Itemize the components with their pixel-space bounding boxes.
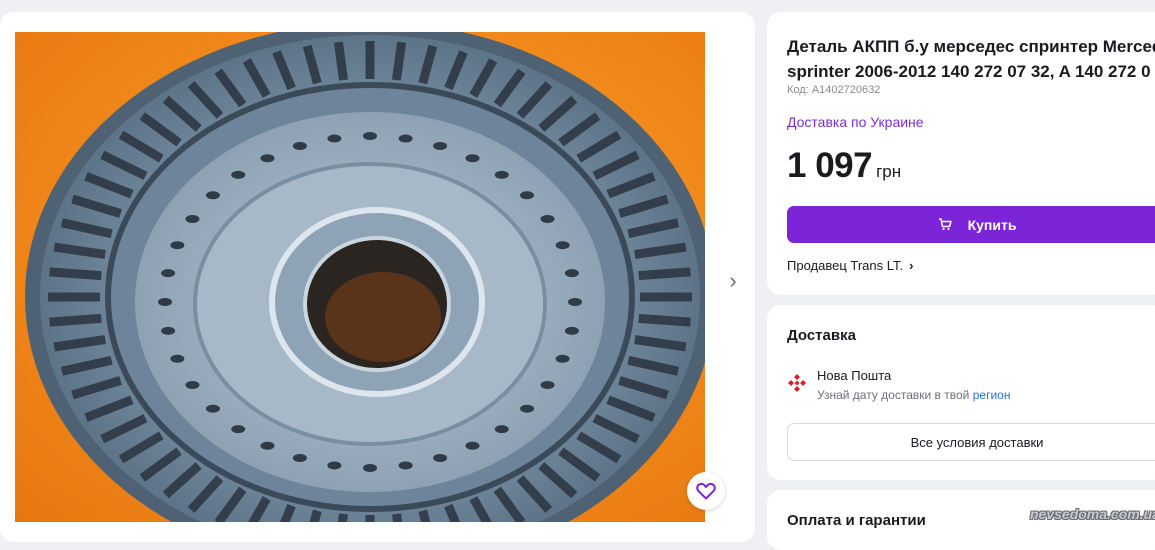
product-info-card: Деталь АКПП б.у мерседес спринтер Merced… bbox=[767, 12, 1155, 295]
buy-button-label: Купить bbox=[967, 216, 1017, 233]
product-gallery: › bbox=[0, 12, 755, 542]
watermark: nevsedoma.com.ua bbox=[1030, 506, 1155, 522]
delivery-title: Доставка bbox=[787, 327, 856, 344]
gallery-prev-button[interactable] bbox=[0, 261, 10, 301]
delivery-card: Доставка Нова Пошта Узнай дату доставки … bbox=[767, 305, 1155, 480]
chevron-right-icon: › bbox=[729, 268, 737, 293]
product-code: Код: A1402720632 bbox=[787, 84, 881, 96]
chevron-right-icon: › bbox=[909, 258, 914, 273]
gallery-next-button[interactable]: › bbox=[713, 261, 753, 301]
buy-button[interactable]: Купить bbox=[787, 206, 1155, 243]
price-value: 1 097 bbox=[787, 146, 873, 185]
product-title-line-1: Деталь АКПП б.у мерседес спринтер Merced bbox=[787, 37, 1155, 56]
product-title: Деталь АКПП б.у мерседес спринтер Merced… bbox=[787, 34, 1155, 84]
nova-poshta-icon bbox=[788, 374, 806, 392]
favorite-button[interactable] bbox=[687, 472, 725, 510]
carrier-note: Узнай дату доставки в твой регион bbox=[817, 388, 1010, 402]
delivery-ukraine-link[interactable]: Доставка по Украине bbox=[787, 114, 924, 130]
cart-icon bbox=[938, 218, 952, 231]
region-link[interactable]: регион bbox=[973, 388, 1011, 402]
carrier-note-text: Узнай дату доставки в твой bbox=[817, 388, 970, 402]
heart-icon bbox=[696, 482, 716, 500]
clutch-drum-illustration bbox=[25, 32, 705, 522]
payment-title: Оплата и гарантии bbox=[787, 512, 926, 529]
product-price: 1 097 грн bbox=[787, 146, 901, 186]
product-photo[interactable] bbox=[15, 32, 705, 522]
seller-link[interactable]: Продавец Trans LT. › bbox=[787, 258, 913, 273]
product-title-line-2: sprinter 2006-2012 140 272 07 32, A 140 … bbox=[787, 62, 1151, 81]
all-delivery-conditions-button[interactable]: Все условия доставки bbox=[787, 423, 1155, 461]
price-currency: грн bbox=[876, 162, 902, 181]
carrier-name: Нова Пошта bbox=[817, 368, 892, 383]
seller-label: Продавец Trans LT. bbox=[787, 258, 904, 273]
